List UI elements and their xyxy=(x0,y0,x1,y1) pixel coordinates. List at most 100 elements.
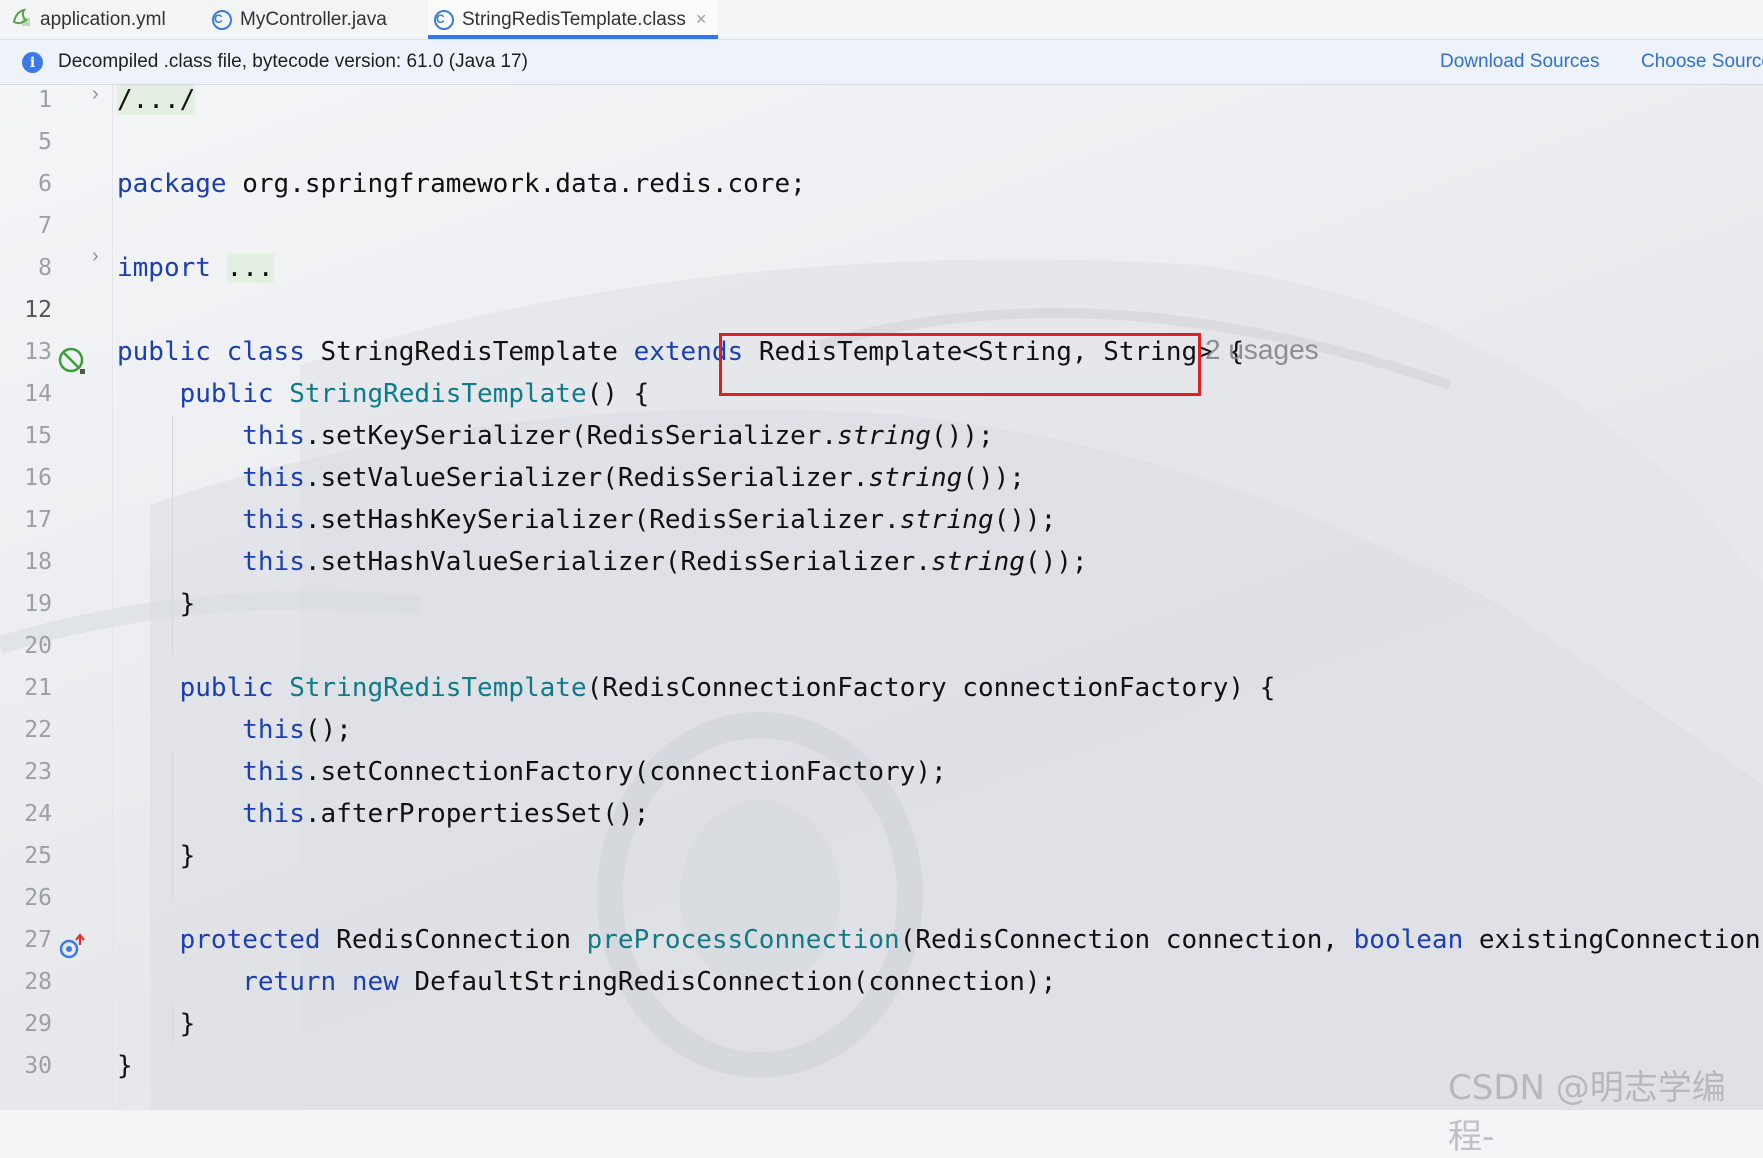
class-name: StringRedisTemplate xyxy=(320,337,618,367)
code-line-1: /.../ xyxy=(117,85,196,121)
highlight-box xyxy=(719,333,1201,396)
line-number: 28 xyxy=(24,969,52,995)
line-number: 21 xyxy=(24,675,52,701)
code-text: RedisConnection xyxy=(320,925,587,955)
keyword: protected xyxy=(179,925,321,955)
download-sources-link[interactable]: Download Sources xyxy=(1440,51,1599,73)
code-editor[interactable]: 1 5 6 7 8 12 13 14 15 16 17 18 19 20 21 … xyxy=(0,85,1763,1110)
overrides-method-icon[interactable] xyxy=(58,933,88,963)
line-number: 12 xyxy=(24,297,52,323)
keyword: this xyxy=(242,505,305,535)
code-line-17: this.setHashKeySerializer(RedisSerialize… xyxy=(117,499,1056,541)
line-number: 8 xyxy=(38,255,52,281)
code-line-23: this.setConnectionFactory(connectionFact… xyxy=(117,751,947,793)
code-line-8: import ... xyxy=(117,247,274,289)
tab-application-yml[interactable]: application.yml xyxy=(10,0,166,39)
folded-imports[interactable]: ... xyxy=(226,253,274,283)
tab-label: StringRedisTemplate.class xyxy=(462,8,686,30)
code-line-19: } xyxy=(117,583,196,625)
active-tab-indicator xyxy=(428,35,718,39)
line-number: 25 xyxy=(24,843,52,869)
method-call: string xyxy=(868,463,963,493)
line-number: 20 xyxy=(24,633,52,659)
keyword: import xyxy=(117,253,211,283)
code-text: .afterPropertiesSet(); xyxy=(304,799,650,829)
code-text: .setHashKeySerializer(RedisSerializer. xyxy=(304,505,900,535)
code-line-30: } xyxy=(117,1045,133,1087)
code-text: () { xyxy=(586,379,650,409)
code-line-24: this.afterPropertiesSet(); xyxy=(117,793,649,835)
code-text: } xyxy=(117,1051,133,1081)
keyword: this xyxy=(242,715,305,745)
code-line-6: package org.springframework.data.redis.c… xyxy=(117,163,806,205)
keyword: new xyxy=(351,967,399,997)
line-number: 27 xyxy=(24,927,52,953)
fold-arrow-icon[interactable]: › xyxy=(92,85,99,106)
code-line-25: } xyxy=(117,835,196,877)
watermark: CSDN @明志学编程- xyxy=(1448,1068,1726,1157)
code-text: ()); xyxy=(931,421,994,451)
keyword: this xyxy=(242,799,305,829)
code-line-28: return new DefaultStringRedisConnection(… xyxy=(117,961,1056,1003)
editor-tab-bar: application.yml C MyController.java C St… xyxy=(0,0,1763,40)
code-text: } xyxy=(179,841,196,871)
line-number: 26 xyxy=(24,885,52,911)
code-text: (); xyxy=(304,715,352,745)
yaml-file-icon xyxy=(10,6,32,34)
line-number: 6 xyxy=(38,171,52,197)
code-text: .setKeySerializer(RedisSerializer. xyxy=(304,421,838,451)
code-text: (RedisConnection connection, xyxy=(899,925,1354,955)
line-number: 18 xyxy=(24,549,52,575)
no-implementation-icon[interactable] xyxy=(58,347,88,377)
fold-arrow-icon[interactable]: › xyxy=(92,245,99,268)
code-line-22: this(); xyxy=(117,709,352,751)
code-text: .setConnectionFactory(connectionFactory)… xyxy=(304,757,947,787)
line-number: 14 xyxy=(24,381,52,407)
usages-hint[interactable]: 2 usages xyxy=(1205,334,1319,366)
line-number: 19 xyxy=(24,591,52,617)
code-line-16: this.setValueSerializer(RedisSerializer.… xyxy=(117,457,1025,499)
keyword: this xyxy=(242,547,305,577)
banner-message: Decompiled .class file, bytecode version… xyxy=(58,51,528,72)
keyword: this xyxy=(242,421,305,451)
constructor-name: StringRedisTemplate xyxy=(289,673,587,703)
class-icon: C xyxy=(434,9,454,30)
code-text: .setValueSerializer(RedisSerializer. xyxy=(304,463,869,493)
info-icon: i xyxy=(22,52,43,73)
tab-mycontroller-java[interactable]: C MyController.java xyxy=(212,0,387,39)
method-call: string xyxy=(931,547,1025,577)
keyword: public xyxy=(179,379,274,409)
close-icon[interactable]: × xyxy=(696,9,707,30)
line-number: 23 xyxy=(24,759,52,785)
code-text: ()); xyxy=(1024,547,1088,577)
tab-label: application.yml xyxy=(40,8,166,30)
line-number: 5 xyxy=(38,129,52,155)
line-number: 17 xyxy=(24,507,52,533)
tab-label: MyController.java xyxy=(240,8,387,30)
decompiled-info-banner: i Decompiled .class file, bytecode versi… xyxy=(0,40,1763,85)
code-line-27: protected RedisConnection preProcessConn… xyxy=(117,919,1763,961)
gutter-separator xyxy=(112,85,113,1110)
code-line-14: public StringRedisTemplate() { xyxy=(117,373,650,415)
tab-stringredistemplate-class[interactable]: C StringRedisTemplate.class × xyxy=(428,0,718,39)
line-number: 29 xyxy=(24,1011,52,1037)
choose-sources-link[interactable]: Choose Sources... xyxy=(1641,51,1763,73)
constructor-name: StringRedisTemplate xyxy=(289,379,587,409)
code-text: org.springframework.data.redis.core; xyxy=(226,169,806,199)
class-icon: C xyxy=(212,9,232,30)
line-number: 1 xyxy=(38,87,52,113)
line-number: 24 xyxy=(24,801,52,827)
code-text: ()); xyxy=(962,463,1025,493)
code-text: DefaultStringRedisConnection(connection)… xyxy=(398,967,1057,997)
line-number: 16 xyxy=(24,465,52,491)
line-number: 30 xyxy=(24,1053,52,1079)
keyword: package xyxy=(117,169,227,199)
folded-comment[interactable]: /.../ xyxy=(117,85,196,115)
keyword: return xyxy=(242,967,337,997)
keyword: public xyxy=(179,673,274,703)
code-text: existingConnection) { xyxy=(1478,925,1763,955)
line-number: 13 xyxy=(24,339,52,365)
code-line-29: } xyxy=(117,1003,196,1045)
keyword: boolean xyxy=(1353,925,1464,955)
keyword: this xyxy=(242,757,305,787)
